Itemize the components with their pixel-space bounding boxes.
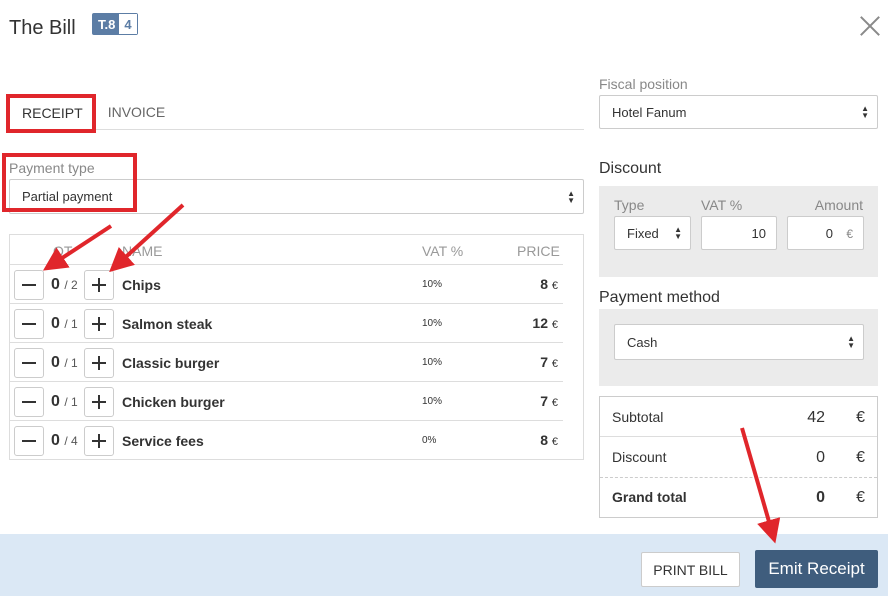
discount-vat-label: VAT % [701,197,743,213]
item-vat: 10% [422,396,443,407]
table-row: 0 / 1 Chicken burger 10% 7 € [10,382,563,421]
item-price: 8 € [540,432,558,448]
decrease-button[interactable] [14,426,44,456]
header-price: PRICE [517,243,560,259]
grand-total-label: Grand total [612,489,687,505]
table-row: 0 / 4 Service fees 0% 8 € [10,421,563,460]
grand-total-currency: € [856,489,865,506]
payment-method-panel: Cash ▲ ▼ [599,309,878,386]
item-name: Chips [122,277,161,293]
item-vat: 10% [422,318,443,329]
discount-total-value: 0 [816,449,825,466]
item-vat: 0% [422,435,437,446]
item-price: 7 € [540,393,558,409]
decrease-button[interactable] [14,309,44,339]
subtotal-row: Subtotal 42 € [612,409,865,426]
annotation-highlight-payment-type [2,153,137,212]
annotation-highlight-receipt [6,94,96,133]
discount-panel: Type VAT % Amount Fixed ▲ ▼ 10 0 € [599,186,878,277]
discount-title: Discount [599,160,662,177]
print-bill-button[interactable]: PRINT BILL [641,552,740,587]
decrease-button[interactable] [14,387,44,417]
header-vat: VAT % [422,243,464,259]
table-badge: T.8 4 [92,13,138,35]
subtotal-label: Subtotal [612,409,664,425]
table-row: 0 / 1 Classic burger 10% 7 € [10,343,563,382]
header-name: NAME [122,243,163,259]
item-vat: 10% [422,279,443,290]
decrease-button[interactable] [14,348,44,378]
subtotal-currency: € [856,409,865,426]
item-name: Classic burger [122,355,220,371]
qty-value: 0 / 1 [51,315,78,332]
increase-button[interactable] [84,348,114,378]
fiscal-position-value: Hotel Fanum [612,104,687,120]
dialog-title: The Bill [9,17,76,39]
divider [600,436,877,437]
divider [600,477,877,478]
discount-total-row: Discount 0 € [612,449,865,466]
tab-invoice[interactable]: INVOICE [96,96,178,129]
bill-dialog: The Bill T.8 4 RECEIPT INVOICE Payment t… [0,0,888,596]
grand-total-row: Grand total 0 € [612,489,865,506]
increase-button[interactable] [84,309,114,339]
fiscal-position-label: Fiscal position [599,76,688,92]
guest-count: 4 [119,14,137,34]
select-arrows-icon: ▲ ▼ [674,225,682,241]
qty-value: 0 / 4 [51,432,78,449]
items-table: QT NAME VAT % PRICE 0 / 2 Chips 10% 8 € … [9,234,584,460]
fiscal-position-select[interactable]: Hotel Fanum ▲ ▼ [599,95,878,129]
discount-total-currency: € [856,449,865,466]
discount-type-select[interactable]: Fixed ▲ ▼ [614,216,691,250]
table-code: T.8 [93,14,120,34]
select-arrows-icon: ▲ ▼ [847,334,855,350]
increase-button[interactable] [84,426,114,456]
discount-currency: € [846,227,853,241]
payment-method-select[interactable]: Cash ▲ ▼ [614,324,864,360]
grand-total-value: 0 [816,489,825,506]
header-qty: QT [53,243,73,259]
subtotal-value: 42 [807,409,825,426]
discount-amount-input[interactable]: 0 € [787,216,864,250]
item-name: Salmon steak [122,316,213,332]
select-arrows-icon: ▲ ▼ [567,188,575,205]
totals-box: Subtotal 42 € Discount 0 € Grand total 0… [599,396,878,518]
payment-method-value: Cash [627,334,658,350]
select-arrows-icon: ▲ ▼ [861,104,869,120]
discount-vat-input[interactable]: 10 [701,216,777,250]
discount-type-value: Fixed [627,225,659,241]
qty-value: 0 / 1 [51,393,78,410]
item-price: 12 € [532,315,558,331]
discount-amount-value: 0 [825,226,833,241]
item-vat: 10% [422,357,443,368]
increase-button[interactable] [84,270,114,300]
discount-amount-label: Amount [814,197,863,213]
item-price: 8 € [540,276,558,292]
item-price: 7 € [540,354,558,370]
discount-total-label: Discount [612,449,667,465]
qty-value: 0 / 2 [51,276,78,293]
close-icon[interactable] [856,12,884,40]
item-name: Service fees [122,433,204,449]
emit-receipt-button[interactable]: Emit Receipt [755,550,878,588]
payment-method-title: Payment method [599,289,720,306]
item-name: Chicken burger [122,394,225,410]
increase-button[interactable] [84,387,114,417]
table-row: 0 / 2 Chips 10% 8 € [10,265,563,304]
table-header: QT NAME VAT % PRICE [10,235,563,265]
qty-value: 0 / 1 [51,354,78,371]
discount-type-label: Type [614,197,645,213]
decrease-button[interactable] [14,270,44,300]
table-row: 0 / 1 Salmon steak 10% 12 € [10,304,563,343]
discount-vat-value: 10 [751,226,766,241]
